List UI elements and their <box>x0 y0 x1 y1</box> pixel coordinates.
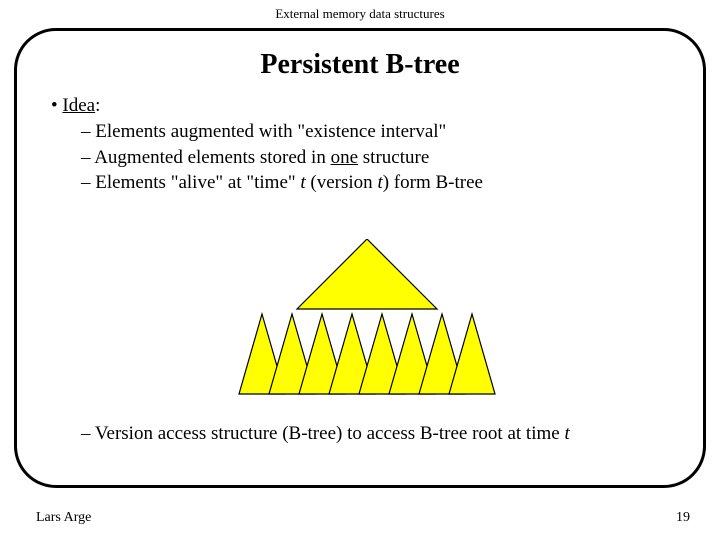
sub-bullet-2: – Augmented elements stored in one struc… <box>81 145 673 171</box>
sub4-a: – Version access structure (B-tree) to a… <box>81 423 564 444</box>
btree-diagram <box>237 239 497 399</box>
slide-frame: Persistent B-tree • Idea: – Elements aug… <box>14 28 706 488</box>
sub2-one: one <box>331 147 358 168</box>
slide-title: Persistent B-tree <box>47 49 673 81</box>
sub-bullet-1: – Elements augmented with "existence int… <box>81 119 673 145</box>
footer-page-number: 19 <box>676 510 690 526</box>
sub-bullet-4: – Version access structure (B-tree) to a… <box>81 423 673 445</box>
sub3-e: ) form B-tree <box>383 172 483 193</box>
bullet-idea-label: Idea <box>62 95 95 116</box>
footer-author: Lars Arge <box>36 510 91 526</box>
sub3-c: (version <box>306 172 378 193</box>
sub2-c: structure <box>358 147 429 168</box>
top-triangle-icon <box>297 239 437 309</box>
small-triangle-icon <box>449 314 495 394</box>
bullet-idea-colon: : <box>95 95 100 116</box>
bullet-idea: • Idea: <box>51 95 673 117</box>
bottom-triangles-row <box>239 314 495 394</box>
sub2-a: – Augmented elements stored in <box>81 147 331 168</box>
bullet-marker: • <box>51 95 62 116</box>
sub-bullet-3: – Elements "alive" at "time" t (version … <box>81 170 673 196</box>
sub4-t: t <box>564 423 569 444</box>
course-header: External memory data structures <box>0 6 720 22</box>
sub3-a: – Elements "alive" at "time" <box>81 172 300 193</box>
